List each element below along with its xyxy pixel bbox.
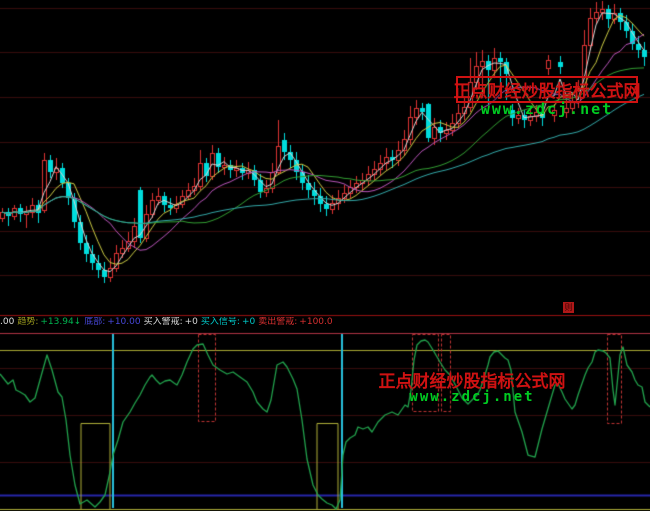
watermark2-site-url: www.zdcj.net [378,389,566,405]
status-label: 趋势: [17,317,38,327]
status-value: +13.94↓ [40,317,81,327]
watermark-box: 正点财经炒股指标公式网 [456,76,638,103]
status-value: +10.00 [107,317,140,327]
status-value: +0 [185,317,198,327]
indicator-status-bar: .00趋势:+13.94↓底部:+10.00买入警戒:+0买入信号:+0卖出警戒… [0,317,650,329]
status-label: 底部: [84,317,105,327]
status-label: 卖出警戒: [258,317,297,327]
status-value: .00 [0,317,14,327]
status-label: 买入警戒: [144,317,183,327]
status-label: 买入信号: [201,317,240,327]
watermark-site-name: 正点财经炒股指标公式网 [454,77,641,102]
status-value: +0 [242,317,255,327]
panel-tag-badge: 则 [563,302,574,313]
stock-app-window: .00趋势:+13.94↓底部:+10.00买入警戒:+0买入信号:+0卖出警戒… [0,0,650,511]
watermark-site-url: www.zdcj.net [456,100,638,118]
status-value: +100.0 [299,317,332,327]
